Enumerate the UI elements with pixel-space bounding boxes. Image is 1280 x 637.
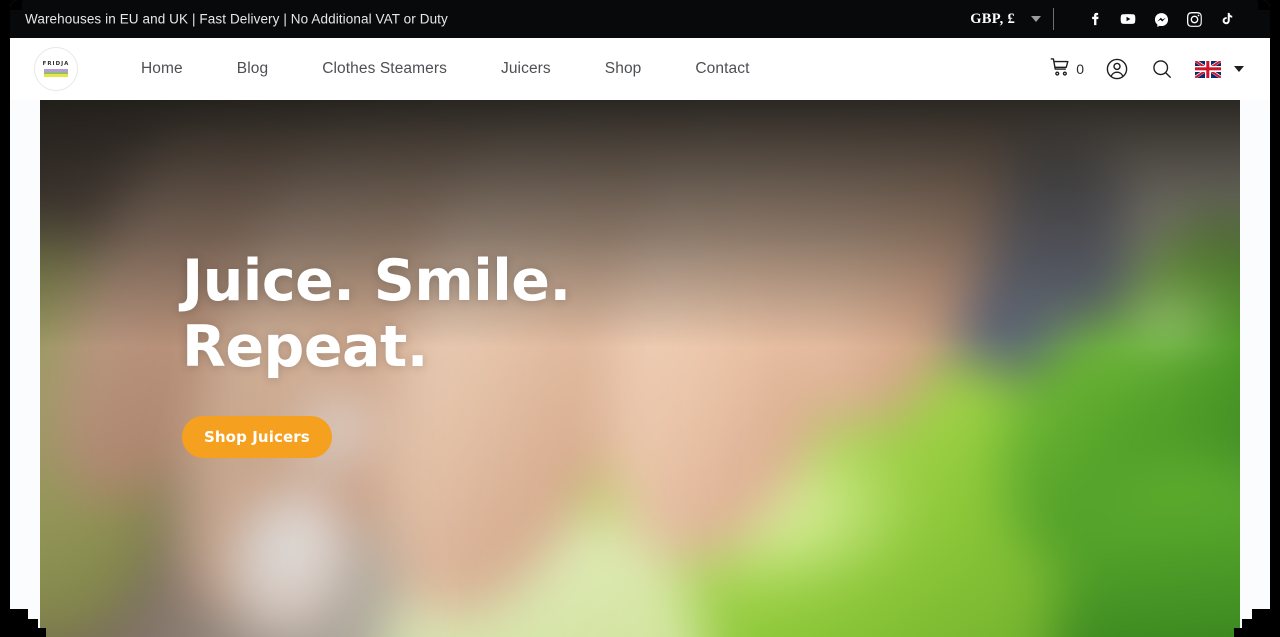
hero-title-line-2: Repeat. (182, 314, 428, 380)
window-corner-mask (1258, 0, 1270, 10)
window-corner-mask (1234, 628, 1270, 637)
shop-juicers-button[interactable]: Shop Juicers (182, 416, 332, 458)
uk-flag-icon[interactable] (1195, 60, 1221, 78)
nav-item-contact[interactable]: Contact (668, 60, 776, 78)
window-corner-mask (10, 0, 22, 10)
nav-item-juicers[interactable]: Juicers (474, 60, 578, 78)
main-navigation: FRIDJA Home Blog Clothes Steamers Juicer… (10, 38, 1270, 100)
shopping-cart-icon (1049, 56, 1071, 83)
site-logo[interactable]: FRIDJA (34, 47, 78, 91)
nav-item-home[interactable]: Home (130, 60, 210, 78)
chevron-down-icon[interactable] (1234, 66, 1244, 72)
announcement-bar-right: GBP, £ (970, 8, 1234, 30)
hero-content: Juice. Smile. Repeat. Shop Juicers (182, 248, 571, 458)
announcement-bar: Warehouses in EU and UK | Fast Delivery … (10, 0, 1270, 38)
search-icon[interactable] (1140, 58, 1184, 80)
currency-selector-label[interactable]: GBP, £ (970, 11, 1015, 28)
window-corner-mask (10, 628, 46, 637)
nav-item-blog[interactable]: Blog (210, 60, 295, 78)
logo-stripes-icon (44, 69, 68, 77)
tiktok-icon[interactable] (1220, 12, 1234, 26)
nav-links: Home Blog Clothes Steamers Juicers Shop … (130, 38, 777, 100)
hero-title: Juice. Smile. Repeat. (182, 248, 571, 380)
nav-icons: 0 (1038, 38, 1244, 100)
hero-banner: Juice. Smile. Repeat. Shop Juicers (40, 100, 1240, 637)
hero-title-line-1: Juice. Smile. (182, 248, 571, 314)
facebook-icon[interactable] (1088, 12, 1102, 26)
user-account-icon[interactable] (1094, 57, 1140, 81)
nav-item-clothes-steamers[interactable]: Clothes Steamers (295, 60, 474, 78)
chevron-down-icon[interactable] (1031, 16, 1041, 22)
cart-count: 0 (1076, 61, 1084, 77)
instagram-icon[interactable] (1187, 11, 1202, 27)
cart-button[interactable]: 0 (1038, 56, 1094, 83)
nav-item-shop[interactable]: Shop (578, 60, 669, 78)
social-links (1088, 11, 1234, 27)
messenger-icon[interactable] (1154, 12, 1169, 27)
browser-window: Warehouses in EU and UK | Fast Delivery … (0, 0, 1280, 637)
logo-wordmark: FRIDJA (42, 61, 70, 68)
announcement-message: Warehouses in EU and UK | Fast Delivery … (25, 11, 448, 27)
web-page: Warehouses in EU and UK | Fast Delivery … (10, 0, 1270, 637)
divider (1053, 8, 1054, 30)
youtube-icon[interactable] (1120, 11, 1136, 27)
